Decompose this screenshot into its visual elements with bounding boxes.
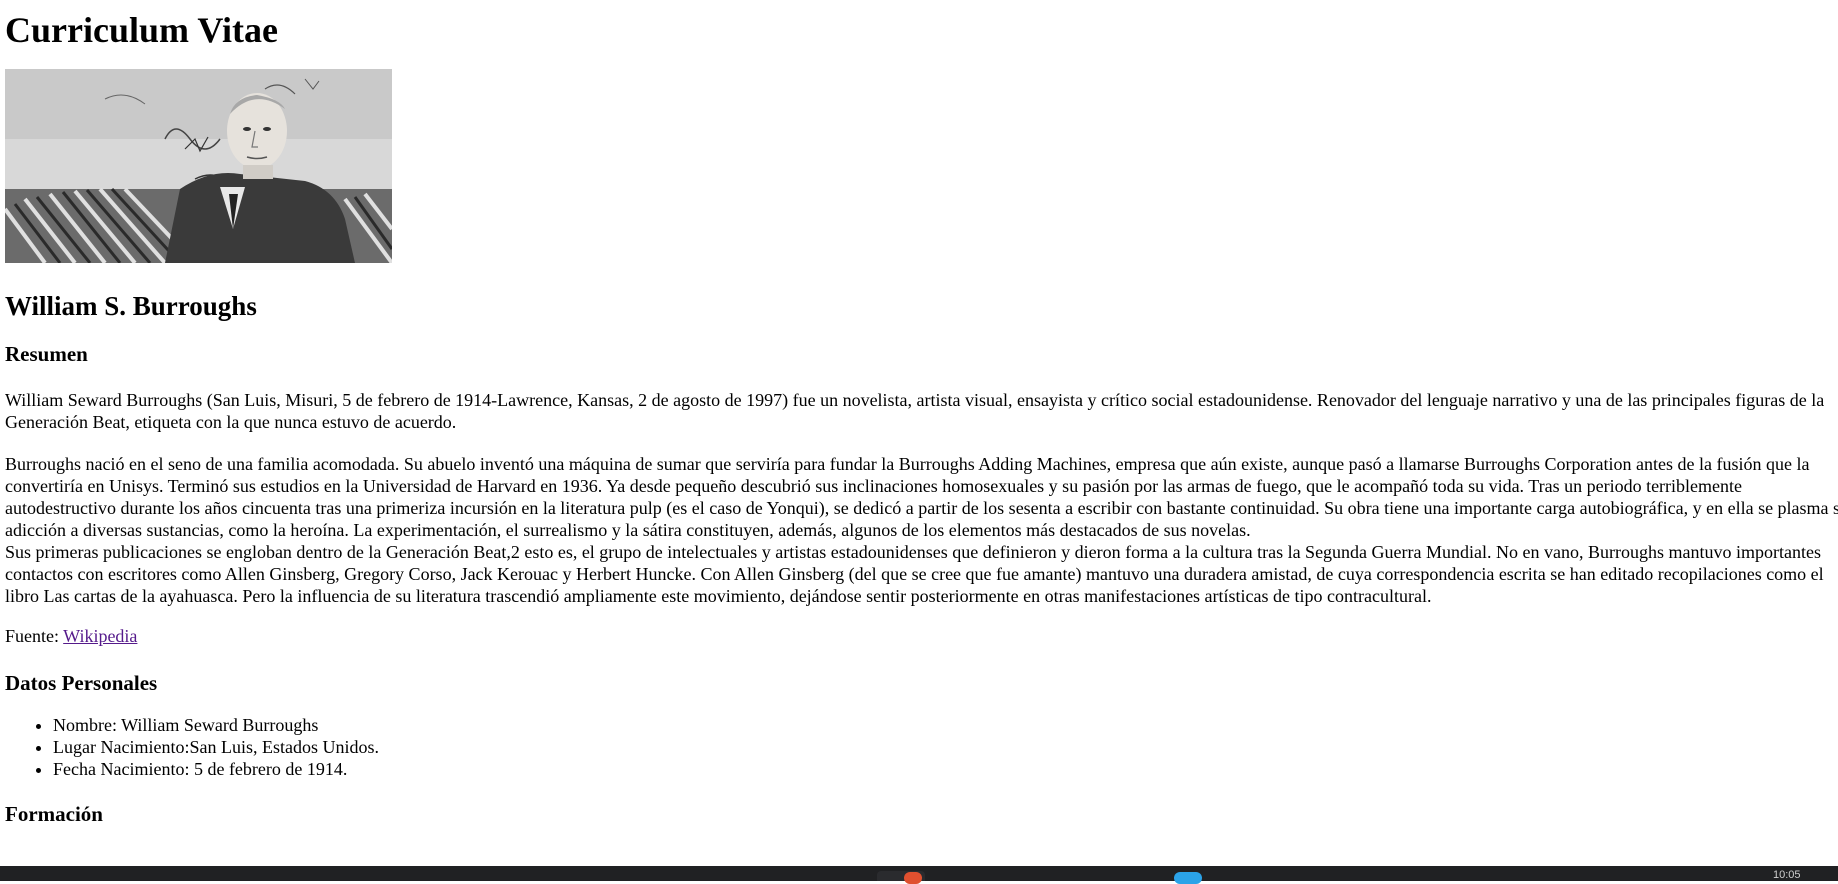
list-item: Nombre: William Seward Burroughs: [53, 714, 1838, 736]
personal-data-list: Nombre: William Seward Burroughs Lugar N…: [5, 714, 1838, 780]
summary-paragraph-2-part-1: Burroughs nació en el seno de una famili…: [5, 454, 1838, 540]
taskbar-clock[interactable]: 10:05: [1773, 869, 1813, 881]
summary-paragraph-2: Burroughs nació en el seno de una famili…: [5, 453, 1838, 607]
source-line: Fuente: Wikipedia: [5, 625, 1838, 647]
summary-paragraph-2-part-2: Sus primeras publicaciones se engloban d…: [5, 542, 1824, 606]
education-heading: Formación: [5, 802, 103, 826]
summary-paragraph-1: William Seward Burroughs (San Luis, Misu…: [5, 390, 1825, 432]
document-content: Curriculum Vitae William S. Burroughs Re…: [5, 0, 1838, 827]
source-label: Fuente:: [5, 626, 64, 646]
list-item: Fecha Nacimiento: 5 de febrero de 1914.: [53, 758, 1838, 780]
wikipedia-link[interactable]: Wikipedia: [63, 626, 137, 646]
person-name: William S. Burroughs: [5, 291, 257, 321]
page-title: Curriculum Vitae: [5, 10, 278, 50]
browser-icon[interactable]: [904, 872, 922, 884]
personal-data-section: Datos Personales Nombre: William Seward …: [5, 671, 1838, 780]
personal-data-heading: Datos Personales: [5, 671, 158, 695]
app-icon[interactable]: [1174, 872, 1202, 884]
document-page: Curriculum Vitae William S. Burroughs Re…: [0, 0, 1838, 866]
portrait-photo: [5, 69, 392, 263]
list-item: Lugar Nacimiento:San Luis, Estados Unido…: [53, 736, 1838, 758]
summary-heading: Resumen: [5, 342, 88, 366]
